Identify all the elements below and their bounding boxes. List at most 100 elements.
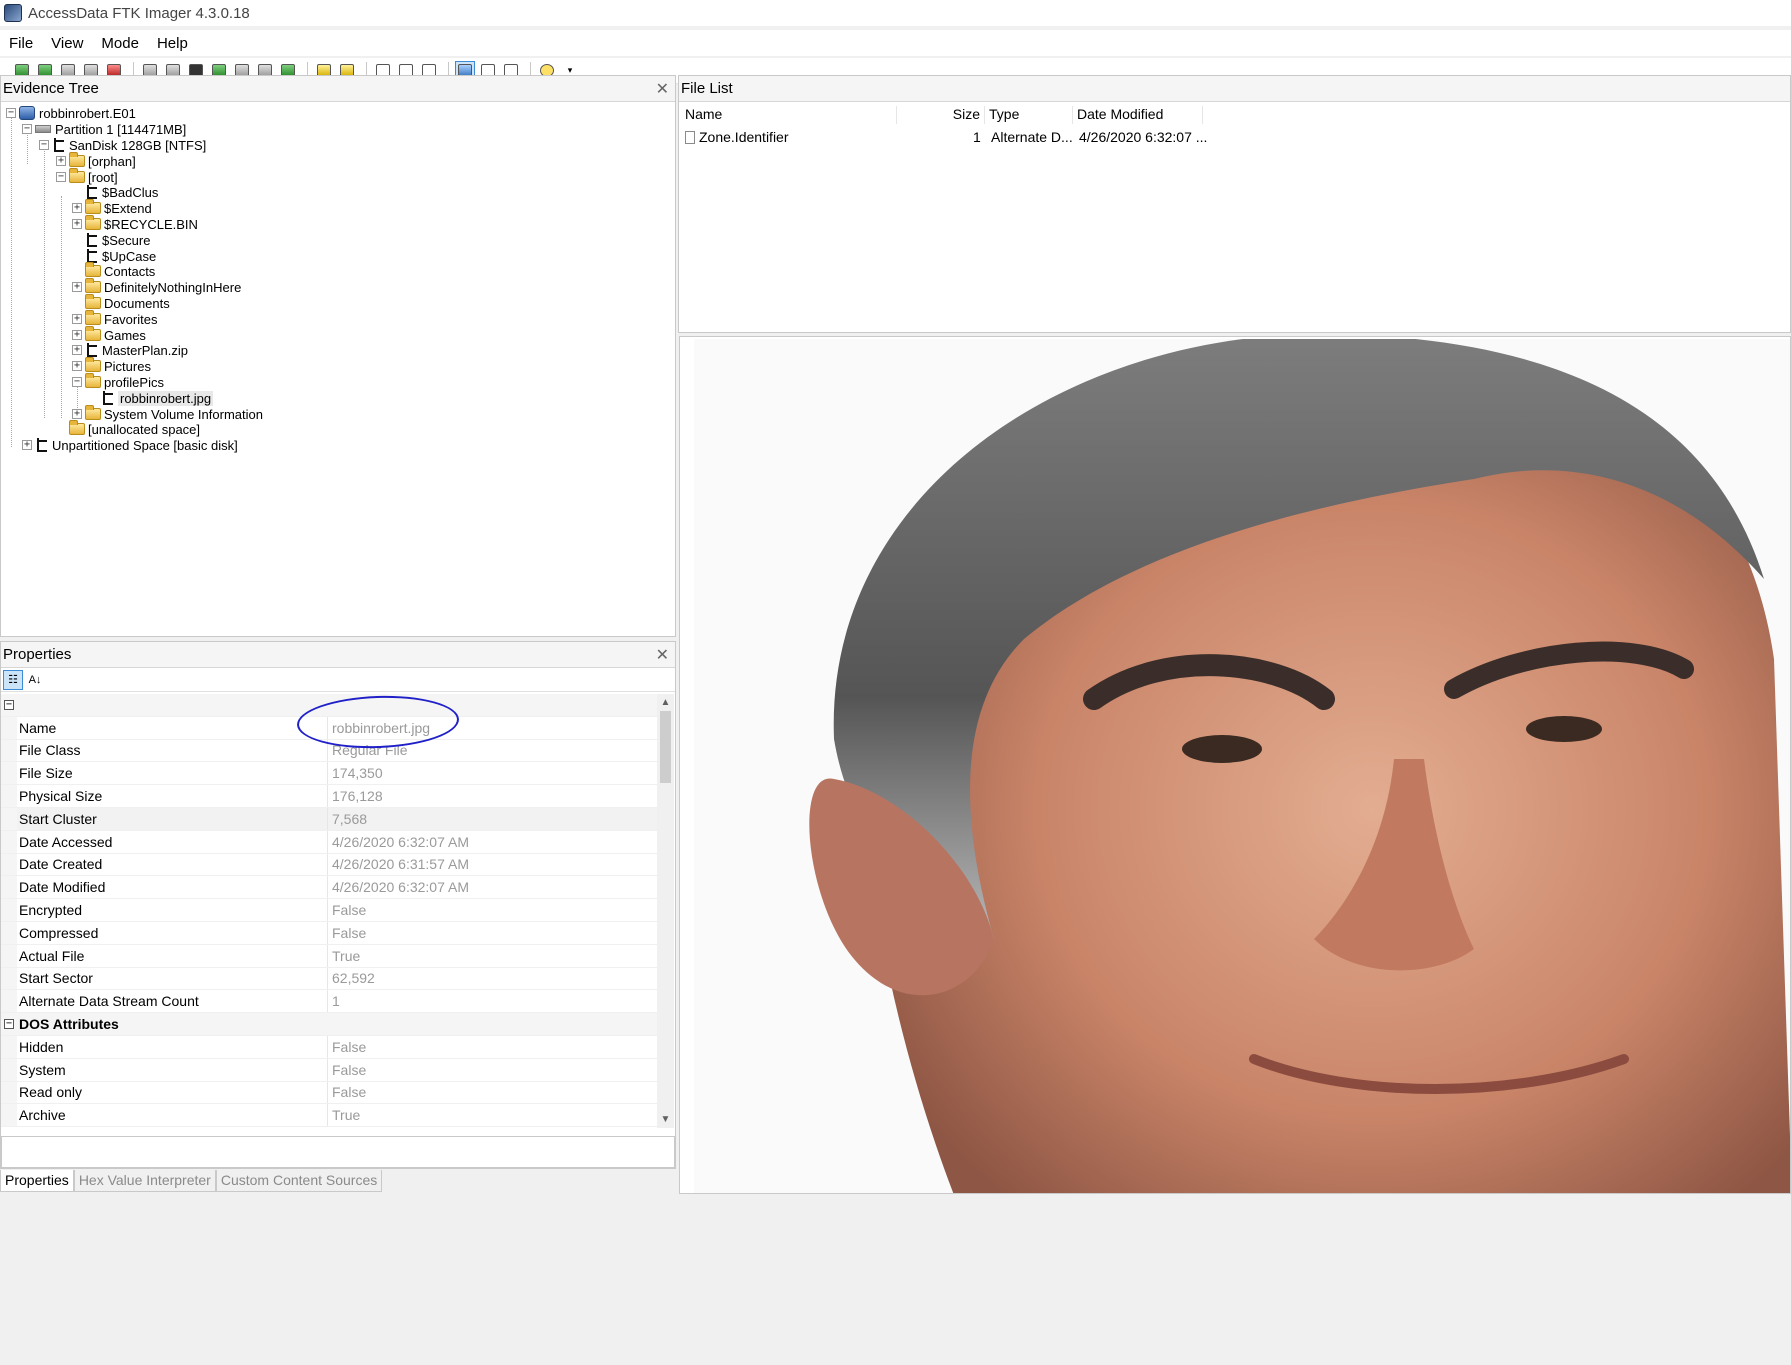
property-row[interactable]: Date Modified 4/26/2020 6:32:07 AM <box>1 876 657 900</box>
document-icon <box>685 131 695 147</box>
expand-icon[interactable]: + <box>72 330 82 340</box>
expand-icon[interactable]: + <box>56 156 66 166</box>
expand-icon[interactable]: + <box>72 203 82 213</box>
file-list-column-headers: Name Size Type Date Modified <box>679 102 1790 126</box>
menu-file[interactable]: File <box>0 35 42 52</box>
property-row[interactable]: Actual File True <box>1 944 657 968</box>
property-row[interactable]: System False <box>1 1058 657 1082</box>
property-row[interactable]: File Class Regular File <box>1 739 657 763</box>
properties-panel: Properties ✕ ☷ A↓ − Name robbinrobert.jpg… <box>0 641 676 1169</box>
evidence-tree-title: Evidence Tree <box>3 80 99 97</box>
folder-icon <box>85 357 101 372</box>
evidence-icon <box>19 106 35 120</box>
file-list-row[interactable]: Zone.Identifier 1 Alternate D... 4/26/20… <box>679 126 1790 148</box>
folder-icon <box>69 152 85 167</box>
menu-help[interactable]: Help <box>148 35 197 52</box>
file-system-object-icon <box>85 343 98 357</box>
folder-icon <box>85 310 101 325</box>
categorized-view-icon[interactable]: ☷ <box>3 669 23 690</box>
collapse-icon[interactable]: − <box>4 699 14 710</box>
alphabetical-sort-icon[interactable]: A↓ <box>25 670 45 690</box>
folder-icon <box>85 199 101 214</box>
column-header-size[interactable]: Size <box>897 106 985 124</box>
filesystem-icon <box>52 138 65 152</box>
app-icon <box>4 4 22 22</box>
folder-icon <box>85 278 101 293</box>
evidence-tree: − robbinrobert.E01 − Partition 1 [114471… <box>1 102 675 642</box>
column-header-name[interactable]: Name <box>681 106 897 124</box>
property-category: − <box>1 694 657 717</box>
scroll-up-icon[interactable]: ▲ <box>657 694 674 711</box>
folder-icon <box>69 168 85 183</box>
file-date-modified: 4/26/2020 6:32:07 ... <box>1079 129 1208 145</box>
image-preview-render <box>694 339 1790 1193</box>
property-row[interactable]: Date Accessed 4/26/2020 6:32:07 AM <box>1 830 657 854</box>
tree-node[interactable]: + Unpartitioned Space [basic disk] <box>22 436 238 454</box>
folder-icon <box>85 326 101 341</box>
close-icon[interactable]: ✕ <box>656 645 669 665</box>
file-system-object-icon <box>85 185 98 199</box>
property-row[interactable]: Physical Size 176,128 <box>1 785 657 808</box>
property-category[interactable]: − DOS Attributes <box>1 1013 657 1036</box>
menu-mode[interactable]: Mode <box>92 35 148 52</box>
collapse-icon[interactable]: − <box>22 124 32 134</box>
tree-line <box>44 148 45 418</box>
property-row[interactable]: Name robbinrobert.jpg <box>1 716 657 740</box>
file-name: Zone.Identifier <box>699 129 789 145</box>
property-row[interactable]: Start Cluster 7,568 <box>1 807 657 831</box>
property-row[interactable]: Encrypted False <box>1 899 657 922</box>
properties-toolbar: ☷ A↓ <box>1 668 675 692</box>
properties-header: Properties ✕ <box>1 642 675 668</box>
tab-custom-content-sources[interactable]: Custom Content Sources <box>215 1170 383 1192</box>
property-description-box <box>1 1136 675 1168</box>
property-row[interactable]: Alternate Data Stream Count 1 <box>1 990 657 1014</box>
expand-icon[interactable]: + <box>72 219 82 229</box>
folder-icon <box>85 405 101 420</box>
tree-line <box>11 116 12 447</box>
bottom-tabs: Properties Hex Value Interpreter Custom … <box>0 1170 383 1192</box>
folder-icon <box>85 215 101 230</box>
column-header-type[interactable]: Type <box>985 106 1073 124</box>
file-type: Alternate D... <box>991 129 1073 145</box>
scrollbar-thumb[interactable] <box>660 711 671 783</box>
collapse-icon[interactable]: − <box>6 108 16 118</box>
menu-bar: File View Mode Help <box>0 30 1791 56</box>
property-row[interactable]: Hidden False <box>1 1035 657 1059</box>
tab-properties[interactable]: Properties <box>0 1170 74 1192</box>
partition-icon <box>35 125 51 133</box>
file-system-object-icon <box>35 438 48 452</box>
folder-icon <box>85 373 101 388</box>
property-row[interactable]: Start Sector 62,592 <box>1 967 657 991</box>
property-row[interactable]: Archive True <box>1 1104 657 1128</box>
column-header-date-modified[interactable]: Date Modified <box>1073 106 1203 124</box>
expand-icon[interactable]: + <box>72 282 82 292</box>
title-bar: AccessData FTK Imager 4.3.0.18 <box>0 0 1791 26</box>
expand-icon[interactable]: + <box>72 409 82 419</box>
expand-icon[interactable]: + <box>72 345 82 355</box>
property-grid: − Name robbinrobert.jpg File Class Regular… <box>1 694 657 1128</box>
property-row[interactable]: Read only False <box>1 1081 657 1105</box>
expand-icon[interactable]: + <box>22 440 32 450</box>
property-row[interactable]: File Size 174,350 <box>1 762 657 786</box>
file-list-panel: File List Name Size Type Date Modified Z… <box>678 75 1791 333</box>
evidence-tree-panel: Evidence Tree ✕ − robbinrobert.E01 − Par… <box>0 75 676 637</box>
property-grid-scrollbar[interactable]: ▲ ▼ <box>657 694 674 1128</box>
collapse-icon[interactable]: − <box>72 377 82 387</box>
tab-hex-value-interpreter[interactable]: Hex Value Interpreter <box>73 1170 216 1192</box>
folder-icon <box>85 294 101 309</box>
file-system-object-icon <box>85 249 98 263</box>
expand-icon[interactable]: + <box>72 361 82 371</box>
property-row[interactable]: Compressed False <box>1 921 657 945</box>
collapse-icon[interactable]: − <box>56 172 66 182</box>
scroll-down-icon[interactable]: ▼ <box>657 1111 674 1128</box>
collapse-icon[interactable]: − <box>4 1019 14 1030</box>
expand-icon[interactable]: + <box>72 314 82 324</box>
file-list-header: File List <box>679 76 1790 102</box>
close-icon[interactable]: ✕ <box>656 79 669 99</box>
property-row[interactable]: Date Created 4/26/2020 6:31:57 AM <box>1 853 657 877</box>
menu-view[interactable]: View <box>42 35 92 52</box>
window-title: AccessData FTK Imager 4.3.0.18 <box>28 4 250 22</box>
file-system-object-icon <box>101 391 114 405</box>
collapse-icon[interactable]: − <box>39 140 49 150</box>
image-preview <box>694 339 1790 1193</box>
